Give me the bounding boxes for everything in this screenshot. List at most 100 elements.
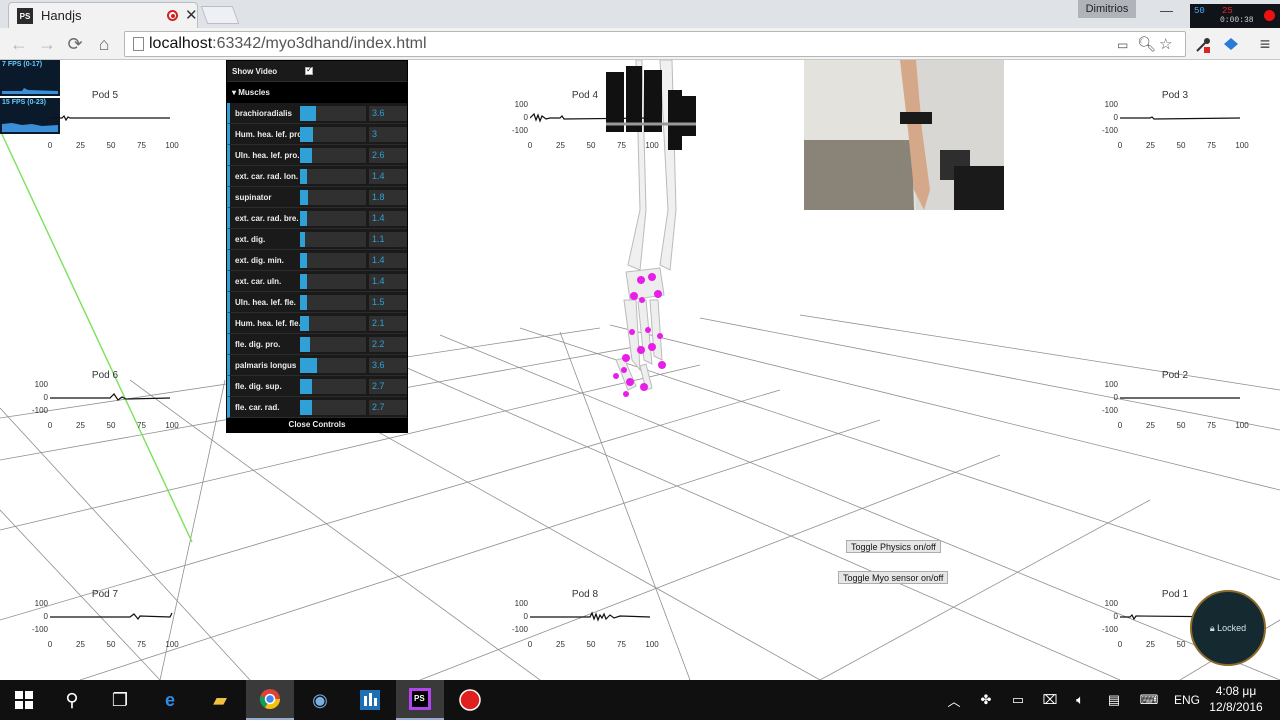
keyboard-icon[interactable]: ⌨ — [1136, 680, 1162, 720]
dashboard-app-icon[interactable] — [346, 680, 394, 720]
new-tab-button[interactable] — [200, 6, 240, 24]
muscle-slider[interactable] — [300, 316, 366, 331]
myo-locked-indicator: 🔒︎ Locked — [1190, 590, 1266, 666]
pod-x-tick: 100 — [645, 141, 659, 150]
extension-icon[interactable] — [1222, 36, 1240, 54]
muscle-value-input[interactable]: 2.2 — [369, 337, 407, 352]
muscle-slider[interactable] — [300, 337, 366, 352]
volume-icon[interactable]: 🔈︎ — [1070, 680, 1090, 720]
clock-date: 12/8/2016 — [1209, 700, 1263, 714]
muscle-value-input[interactable]: 1.4 — [369, 211, 407, 226]
search-icon[interactable]: ⚲ — [48, 680, 96, 720]
network-icon[interactable]: ⌧ — [1040, 680, 1060, 720]
task-view-icon[interactable]: ❐ — [96, 680, 144, 720]
muscle-slider[interactable] — [300, 274, 366, 289]
record-icon[interactable] — [1264, 10, 1275, 21]
reload-icon[interactable]: ⟳ — [64, 33, 86, 55]
axis-line — [0, 129, 193, 543]
close-controls-button[interactable]: Close Controls — [227, 418, 407, 432]
pod-x-tick: 25 — [556, 640, 565, 649]
app-icon[interactable]: ◉ — [296, 680, 344, 720]
forward-icon[interactable]: → — [36, 33, 58, 55]
muscle-value-input[interactable]: 2.1 — [369, 316, 407, 331]
recorder-app-icon[interactable] — [446, 680, 494, 720]
muscle-slider-row[interactable]: brachioradialis 3.6 — [227, 103, 407, 124]
pod-y-tick: 0 — [43, 393, 48, 402]
cast-icon[interactable]: ▭ — [1117, 38, 1128, 52]
muscles-folder[interactable]: ▾ Muscles — [227, 82, 407, 103]
tray-chevron-icon[interactable]: ︿ — [944, 680, 964, 720]
muscle-slider[interactable] — [300, 106, 366, 121]
muscle-slider-row[interactable]: supinator 1.8 — [227, 187, 407, 208]
muscle-value-input[interactable]: 1.8 — [369, 190, 407, 205]
clock[interactable]: 4:08 μμ 12/8/2016 — [1208, 683, 1264, 715]
show-video-row[interactable]: Show Video — [227, 61, 407, 82]
muscle-value-input[interactable]: 3.6 — [369, 106, 407, 121]
home-icon[interactable]: ⌂ — [93, 33, 115, 55]
muscle-slider-row[interactable]: Uln. hea. lef. pro. 2.6 — [227, 145, 407, 166]
language-indicator[interactable]: ENG — [1172, 680, 1202, 720]
muscle-slider-row[interactable]: ext. dig. min. 1.4 — [227, 250, 407, 271]
muscle-slider-row[interactable]: palmaris longus 3.6 — [227, 355, 407, 376]
file-explorer-icon[interactable]: ▰ — [196, 680, 244, 720]
battery-icon[interactable]: ▭ — [1008, 680, 1028, 720]
muscle-value-input[interactable]: 1.4 — [369, 253, 407, 268]
screen-recorder-widget[interactable]: 50 25 0:00:38 — [1190, 4, 1280, 28]
address-bar[interactable]: localhost:63342/myo3dhand/index.html ▭ 🔍… — [124, 31, 1186, 57]
pod-x-tick: 50 — [1176, 141, 1186, 150]
muscle-slider[interactable] — [300, 232, 366, 247]
windows-taskbar: ⚲ ❐ e ▰ ◉ PS ︿ ✤ ▭ ⌧ 🔈︎ ▤ ⌨ ENG 4:08 μμ … — [0, 680, 1280, 720]
muscle-slider-row[interactable]: fle. dig. sup. 2.7 — [227, 376, 407, 397]
notifications-icon[interactable]: ▤ — [1104, 680, 1124, 720]
eyedropper-extension-icon[interactable] — [1194, 36, 1212, 54]
browser-tab[interactable]: PS Handjs ✕ — [8, 2, 198, 28]
muscle-value-input[interactable]: 1.4 — [369, 169, 407, 184]
muscle-slider[interactable] — [300, 148, 366, 163]
muscle-slider[interactable] — [300, 169, 366, 184]
menu-icon[interactable]: ≡ — [1254, 33, 1276, 55]
muscle-slider[interactable] — [300, 190, 366, 205]
muscle-value-input[interactable]: 2.7 — [369, 400, 407, 415]
muscle-slider-row[interactable]: Hum. hea. lef. pro. 3 — [227, 124, 407, 145]
windows-start-icon[interactable] — [0, 680, 48, 720]
muscle-value-input[interactable]: 1.1 — [369, 232, 407, 247]
controls-panel[interactable]: Show Video ▾ Muscles brachioradialis 3.6… — [226, 60, 408, 433]
muscle-slider[interactable] — [300, 379, 366, 394]
muscle-slider[interactable] — [300, 253, 366, 268]
muscle-slider-row[interactable]: Uln. hea. lef. fle. 1.5 — [227, 292, 407, 313]
pod-signal-line — [530, 112, 651, 123]
show-video-checkbox[interactable] — [305, 65, 313, 75]
muscle-value-input[interactable]: 1.5 — [369, 295, 407, 310]
edge-icon[interactable]: e — [146, 680, 194, 720]
muscle-slider-row[interactable]: fle. dig. pro. 2.2 — [227, 334, 407, 355]
chrome-icon[interactable] — [246, 680, 294, 720]
muscle-slider-row[interactable]: ext. car. rad. bre. 1.4 — [227, 208, 407, 229]
close-icon[interactable]: ✕ — [185, 6, 198, 24]
dropbox-icon[interactable]: ✤ — [976, 680, 996, 720]
muscle-slider[interactable] — [300, 295, 366, 310]
muscle-slider[interactable] — [300, 400, 366, 415]
minimize-icon[interactable]: — — [1160, 3, 1173, 18]
bookmark-star-icon[interactable]: ☆ — [1159, 35, 1172, 53]
url-text[interactable]: localhost:63342/myo3dhand/index.html — [149, 35, 427, 53]
phpstorm-icon[interactable]: PS — [396, 680, 444, 720]
zoom-icon[interactable]: 🔍︎ — [1137, 35, 1156, 53]
muscle-slider-row[interactable]: ext. car. uln. 1.4 — [227, 271, 407, 292]
user-profile-button[interactable]: Dimitrios — [1078, 0, 1136, 18]
muscle-value-input[interactable]: 3.6 — [369, 358, 407, 373]
back-icon[interactable]: ← — [8, 33, 30, 55]
muscle-slider[interactable] — [300, 211, 366, 226]
toggle-physics-button[interactable]: Toggle Physics on/off — [846, 540, 941, 553]
pod-signal-line — [50, 114, 170, 122]
muscle-value-input[interactable]: 2.7 — [369, 379, 407, 394]
muscle-slider-row[interactable]: Hum. hea. lef. fle. 2.1 — [227, 313, 407, 334]
muscle-slider[interactable] — [300, 358, 366, 373]
muscle-slider[interactable] — [300, 127, 366, 142]
toggle-myo-button[interactable]: Toggle Myo sensor on/off — [838, 571, 949, 584]
muscle-slider-row[interactable]: ext. car. rad. lon. 1.4 — [227, 166, 407, 187]
muscle-value-input[interactable]: 1.4 — [369, 274, 407, 289]
muscle-slider-row[interactable]: fle. car. rad. 2.7 — [227, 397, 407, 418]
muscle-value-input[interactable]: 3 — [369, 127, 407, 142]
muscle-value-input[interactable]: 2.6 — [369, 148, 407, 163]
muscle-slider-row[interactable]: ext. dig. 1.1 — [227, 229, 407, 250]
